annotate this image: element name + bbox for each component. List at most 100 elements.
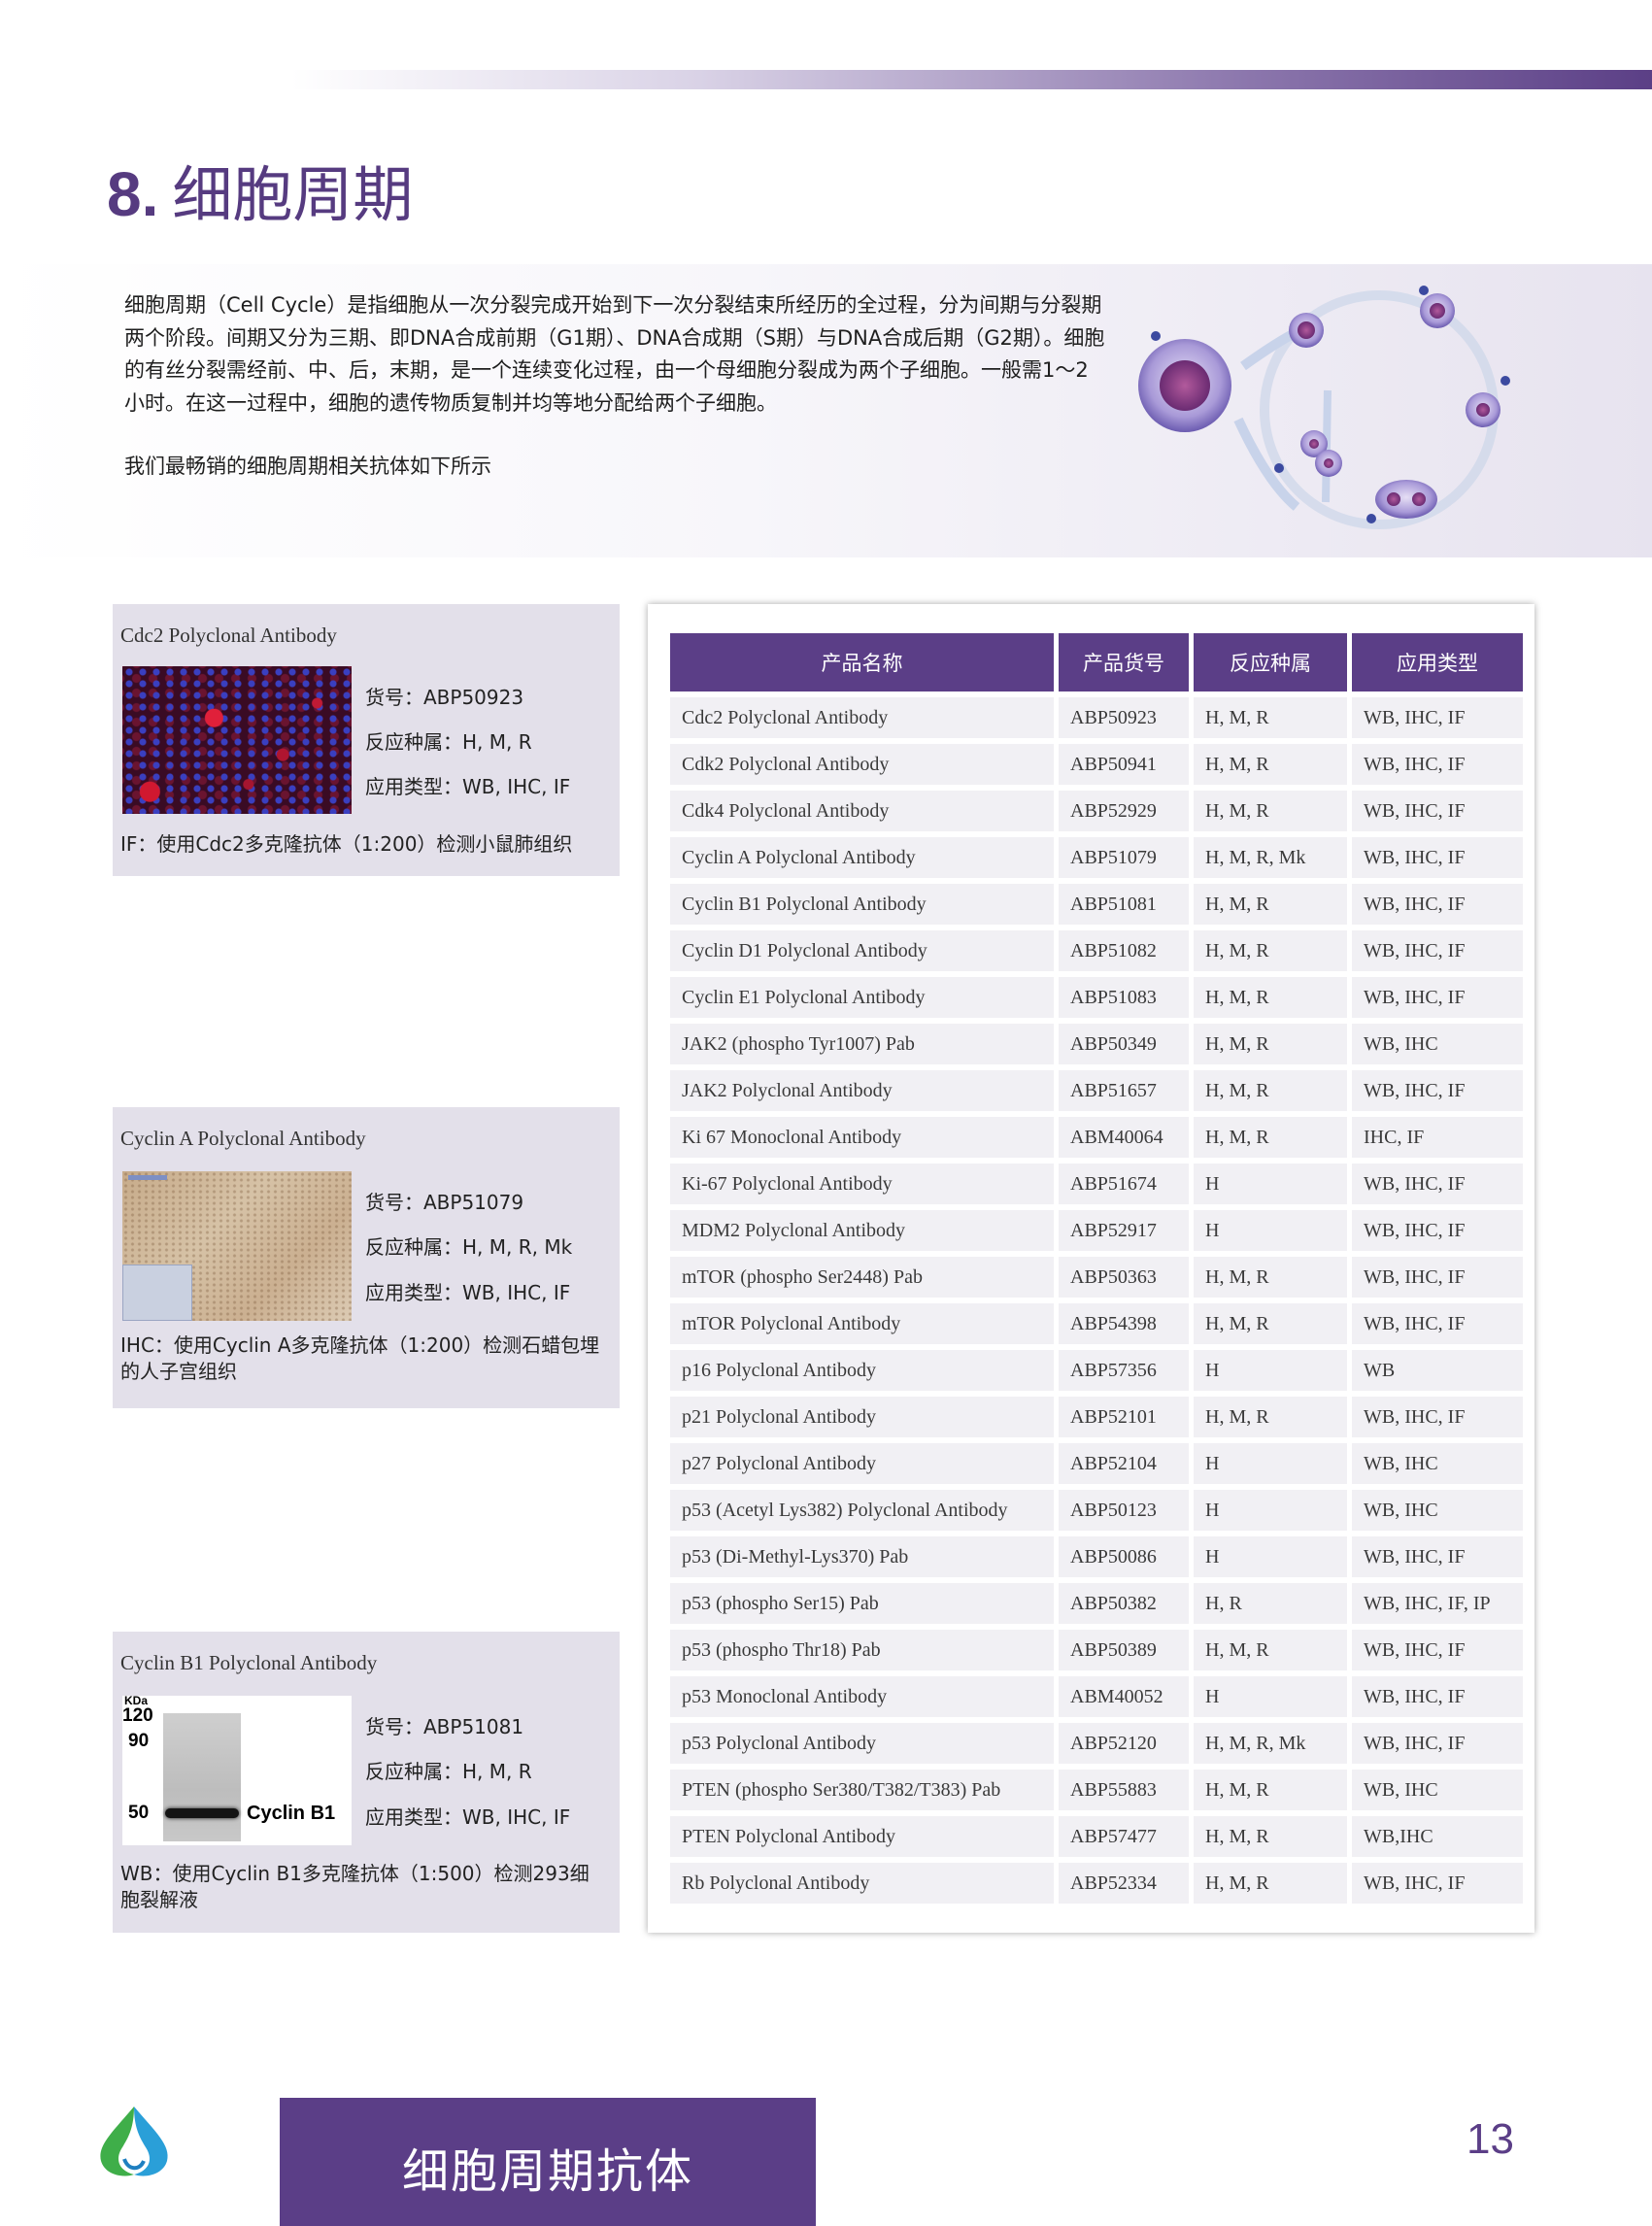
cell-cycle-diagram: [1138, 286, 1510, 529]
cell-catalog-number: ABP55883: [1059, 1770, 1189, 1810]
intro-text: 细胞周期（Cell Cycle）是指细胞从一次分裂完成开始到下一次分裂结束所经历…: [124, 289, 1105, 484]
blot-band: [165, 1808, 239, 1818]
cell-application: WB, IHC, IF: [1352, 930, 1523, 971]
header-product-name: 产品名称: [670, 633, 1054, 691]
table-row: PTEN Polyclonal Antibody ABP57477 H, M, RW…: [670, 1816, 1523, 1857]
ihc-stain-image: [122, 1171, 352, 1321]
table-row: Rb Polyclonal Antibody ABP52334 H, M, R WB,…: [670, 1863, 1523, 1904]
cell-application: WB, IHC, IF: [1352, 1536, 1523, 1577]
cell-product-name: Ki-67 Polyclonal Antibody: [670, 1164, 1054, 1204]
table-row: PTEN (phospho Ser380/T382/T383) Pab ABP55…: [670, 1770, 1523, 1810]
cell-catalog-number: ABP51657: [1059, 1070, 1189, 1111]
cell-catalog-number: ABM40064: [1059, 1117, 1189, 1158]
cell-application: WB, IHC: [1352, 1024, 1523, 1064]
page-number: 13: [1467, 2115, 1514, 2163]
cell-catalog-number: ABM40052: [1059, 1676, 1189, 1717]
if-stain-image: [122, 666, 352, 814]
table-row: p53 Monoclonal Antibody ABM40052 H WB, IHC,…: [670, 1676, 1523, 1717]
sample-caption: WB：使用Cyclin B1多克隆抗体（1:500）检测293细胞裂解液: [120, 1862, 590, 1911]
cell-reactivity: H: [1194, 1210, 1347, 1251]
cell-application: WB, IHC, IF: [1352, 977, 1523, 1018]
table-row: Cdk2 Polyclonal Antibody ABP50941 H, M, RW…: [670, 744, 1523, 785]
cell-catalog-number: ABP50382: [1059, 1583, 1189, 1624]
table-row: Cdk4 Polyclonal Antibody ABP52929 H, M, RW…: [670, 791, 1523, 831]
footer-title: 细胞周期抗体: [401, 2144, 693, 2199]
cell-reactivity: H: [1194, 1350, 1347, 1391]
sample-application: 应用类型：WB, IHC, IF: [365, 775, 571, 798]
cell-reactivity: H, M, R: [1194, 930, 1347, 971]
cell-catalog-number: ABP52917: [1059, 1210, 1189, 1251]
band-label: Cyclin B1: [247, 1803, 336, 1824]
western-blot-image: KDa 120 90 50 Cyclin B1: [122, 1696, 352, 1845]
blot-lane: [163, 1713, 241, 1841]
section-title: 细胞周期: [172, 159, 414, 230]
table-row: mTOR Polyclonal Antibody ABP54398 H, M, RW…: [670, 1303, 1523, 1344]
marker-120: 120: [122, 1705, 153, 1726]
product-table: 产品名称 产品货号 反应种属 应用类型 Cdc2 Polyclonal Anti…: [665, 627, 1528, 1909]
cell-reactivity: H, M, R: [1194, 1630, 1347, 1670]
sample-catalog: 货号：ABP50923: [365, 686, 524, 709]
cell-reactivity: H, M, R: [1194, 697, 1347, 738]
cell-product-name: JAK2 (phospho Tyr1007) Pab: [670, 1024, 1054, 1064]
cell-product-name: Cdk2 Polyclonal Antibody: [670, 744, 1054, 785]
cell-reactivity: H, M, R: [1194, 1816, 1347, 1857]
cell-catalog-number: ABP51082: [1059, 930, 1189, 971]
cell-product-name: Ki 67 Monoclonal Antibody: [670, 1117, 1054, 1158]
cell-product-name: JAK2 Polyclonal Antibody: [670, 1070, 1054, 1111]
sample-title: Cyclin B1 Polyclonal Antibody: [120, 1651, 378, 1674]
table-row: Cyclin D1 Polyclonal Antibody ABP51082 H, …: [670, 930, 1523, 971]
sample-card-cyclin-b1: Cyclin B1 Polyclonal Antibody KDa 120 90…: [113, 1632, 620, 1933]
cell-catalog-number: ABP51674: [1059, 1164, 1189, 1204]
cell-product-name: p27 Polyclonal Antibody: [670, 1443, 1054, 1484]
cell-application: WB, IHC, IF: [1352, 1863, 1523, 1904]
cell-catalog-number: ABP52929: [1059, 791, 1189, 831]
sample-card-cdc2: Cdc2 Polyclonal Antibody 货号：ABP50923 反应种…: [113, 604, 620, 876]
table-row: p53 Polyclonal Antibody ABP52120 H, M, R, …: [670, 1723, 1523, 1764]
cell-application: IHC, IF: [1352, 1117, 1523, 1158]
sample-card-cyclin-a: Cyclin A Polyclonal Antibody 货号：ABP51079…: [113, 1107, 620, 1408]
cell-product-name: Cdk4 Polyclonal Antibody: [670, 791, 1054, 831]
cell-product-name: Cyclin A Polyclonal Antibody: [670, 837, 1054, 878]
table-row: p53 (Acetyl Lys382) Polyclonal Antibody A…: [670, 1490, 1523, 1531]
header-catalog-number: 产品货号: [1059, 633, 1189, 691]
table-row: p16 Polyclonal Antibody ABP57356 H WB: [670, 1350, 1523, 1391]
cell-application: WB, IHC, IF: [1352, 1397, 1523, 1437]
sample-catalog: 货号：ABP51081: [365, 1715, 524, 1738]
cell-product-name: p53 (Di-Methyl-Lys370) Pab: [670, 1536, 1054, 1577]
cell-product-name: p53 Polyclonal Antibody: [670, 1723, 1054, 1764]
cell-product-name: PTEN (phospho Ser380/T382/T383) Pab: [670, 1770, 1054, 1810]
marker-50: 50: [128, 1803, 150, 1823]
cell-product-name: p16 Polyclonal Antibody: [670, 1350, 1054, 1391]
cell-reactivity: H, M, R: [1194, 1257, 1347, 1298]
cell-catalog-number: ABP52101: [1059, 1397, 1189, 1437]
cell-reactivity: H, M, R: [1194, 1770, 1347, 1810]
cell-reactivity: H, R: [1194, 1583, 1347, 1624]
cell-product-name: p53 (phospho Thr18) Pab: [670, 1630, 1054, 1670]
cell-application: WB,IHC: [1352, 1816, 1523, 1857]
cell-application: WB: [1352, 1350, 1523, 1391]
cell-catalog-number: ABP50349: [1059, 1024, 1189, 1064]
cell-catalog-number: ABP52334: [1059, 1863, 1189, 1904]
cell-reactivity: H, M, R, Mk: [1194, 1723, 1347, 1764]
cell-application: WB, IHC, IF: [1352, 1070, 1523, 1111]
sample-caption: IHC：使用Cyclin A多克隆抗体（1:200）检测石蜡包埋的人子宫组织: [120, 1333, 600, 1383]
cell-product-name: Cyclin E1 Polyclonal Antibody: [670, 977, 1054, 1018]
cell-reactivity: H, M, R, Mk: [1194, 837, 1347, 878]
page-title: 8. 细胞周期: [107, 146, 413, 230]
table-row: mTOR (phospho Ser2448) Pab ABP50363 H, M, …: [670, 1257, 1523, 1298]
cell-catalog-number: ABP50389: [1059, 1630, 1189, 1670]
cell-reactivity: H, M, R: [1194, 1024, 1347, 1064]
cell-application: WB, IHC, IF: [1352, 884, 1523, 925]
intro-note: 我们最畅销的细胞周期相关抗体如下所示: [124, 455, 491, 478]
top-gradient-bar: [291, 70, 1652, 89]
cell-application: WB, IHC: [1352, 1770, 1523, 1810]
cell-catalog-number: ABP50363: [1059, 1257, 1189, 1298]
cell-product-name: mTOR Polyclonal Antibody: [670, 1303, 1054, 1344]
cell-catalog-number: ABP51083: [1059, 977, 1189, 1018]
cell-product-name: p53 Monoclonal Antibody: [670, 1676, 1054, 1717]
scale-bar: [128, 1175, 167, 1180]
company-logo: [100, 2107, 168, 2176]
cell-application: WB, IHC, IF: [1352, 837, 1523, 878]
sample-title: Cyclin A Polyclonal Antibody: [120, 1127, 366, 1150]
cell-reactivity: H, M, R: [1194, 1863, 1347, 1904]
